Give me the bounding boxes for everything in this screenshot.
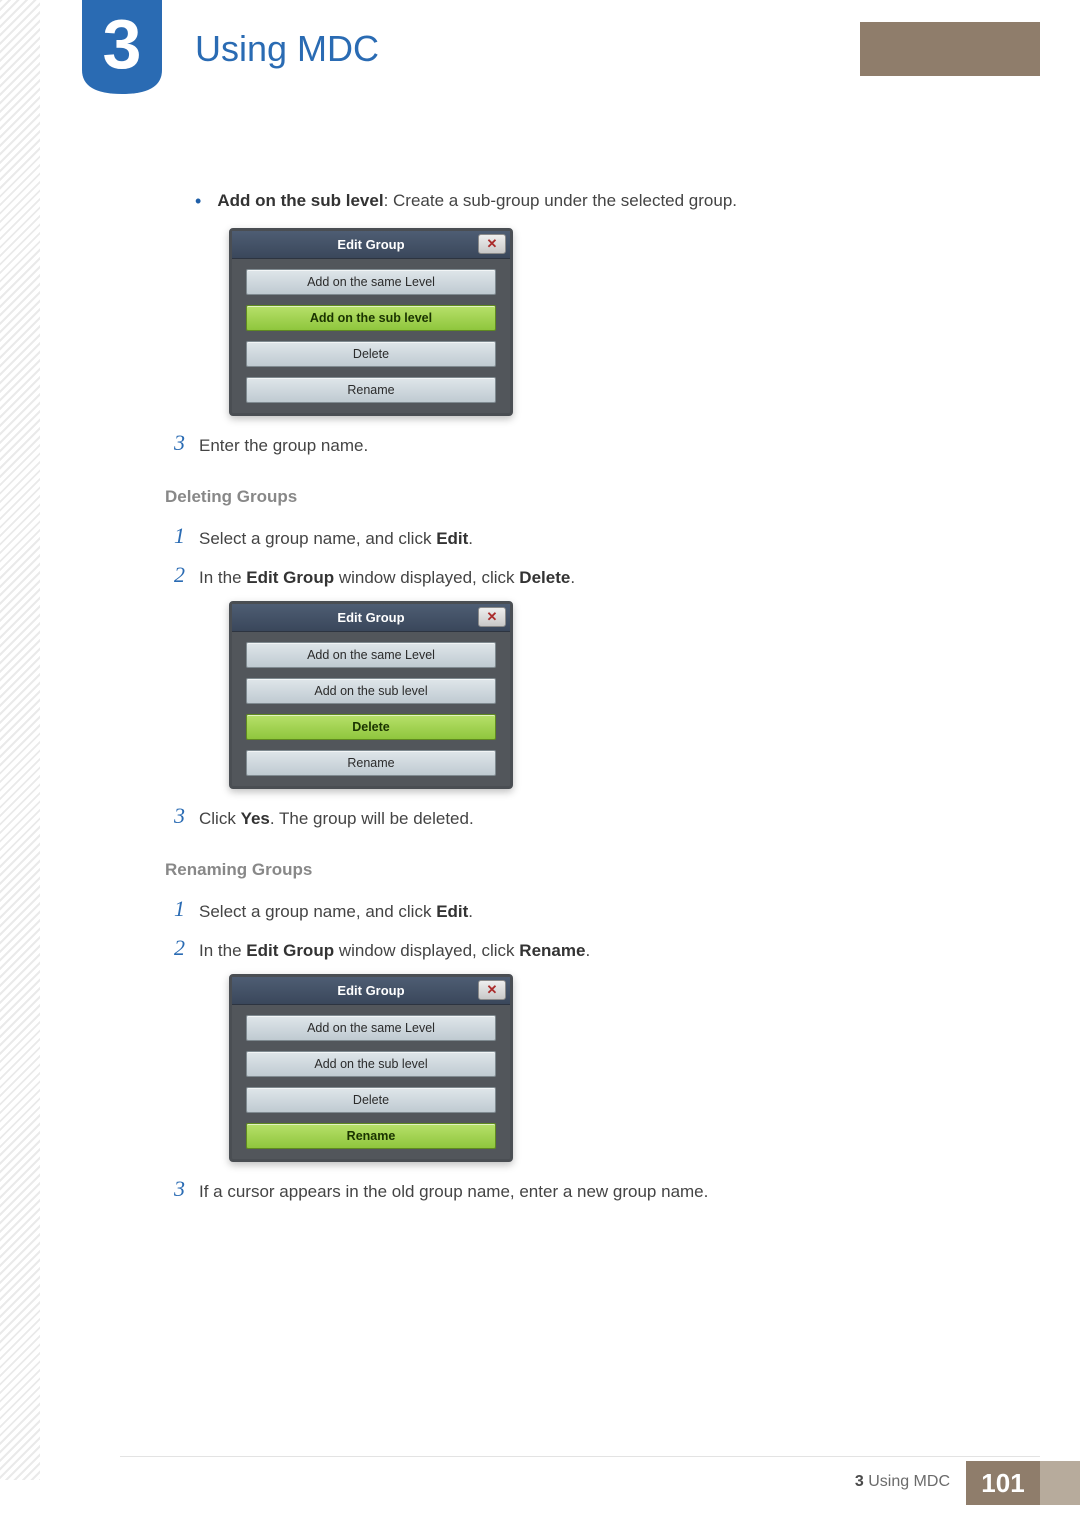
dialog-btn-same-level[interactable]: Add on the same Level [246, 642, 496, 668]
step-text-bold: Edit [436, 902, 468, 921]
dialog-btn-delete[interactable]: Delete [246, 341, 496, 367]
edit-group-dialog-rename: Edit Group ✕ Add on the same Level Add o… [229, 974, 513, 1162]
step-text-bold: Edit Group [246, 568, 334, 587]
chapter-number: 3 [82, 4, 162, 84]
bullet-label: Add on the sub level [217, 191, 383, 210]
dialog-btn-sub-level[interactable]: Add on the sub level [246, 678, 496, 704]
step-number: 3 [165, 1176, 185, 1202]
step-text-bold2: Rename [519, 941, 585, 960]
step-text-bold: Edit Group [246, 941, 334, 960]
footer-rule [120, 1456, 1040, 1457]
dialog-titlebar: Edit Group ✕ [232, 977, 510, 1005]
step-enter-group-name: 3 Enter the group name. [165, 430, 965, 459]
dialog-titlebar: Edit Group ✕ [232, 231, 510, 259]
step-text-post: . [468, 529, 473, 548]
close-icon: ✕ [487, 982, 498, 998]
close-icon: ✕ [487, 236, 498, 252]
step-text-post: . The group will be deleted. [270, 809, 474, 828]
step-text-bold: Yes [241, 809, 270, 828]
header-bar-white [40, 22, 860, 76]
step-text: If a cursor appears in the old group nam… [199, 1176, 708, 1205]
step-text-pre: Click [199, 809, 241, 828]
page-number-box: 101 [966, 1461, 1040, 1505]
page-title: Using MDC [195, 28, 379, 70]
step-number: 1 [165, 523, 185, 549]
close-icon: ✕ [487, 609, 498, 625]
step-number: 3 [165, 430, 185, 456]
dialog-btn-rename[interactable]: Rename [246, 377, 496, 403]
footer-right-stub [1040, 1461, 1080, 1505]
deleting-step-1: 1 Select a group name, and click Edit. [165, 523, 965, 552]
step-text-bold2: Delete [519, 568, 570, 587]
edit-group-dialog-delete: Edit Group ✕ Add on the same Level Add o… [229, 601, 513, 789]
bullet-description: : Create a sub-group under the selected … [384, 191, 737, 210]
footer-section-text: Using MDC [868, 1473, 950, 1490]
step-text-pre: In the [199, 941, 246, 960]
dialog-btn-rename[interactable]: Rename [246, 1123, 496, 1149]
subheading-deleting-groups: Deleting Groups [165, 487, 965, 507]
step-number: 1 [165, 896, 185, 922]
dialog-btn-same-level[interactable]: Add on the same Level [246, 269, 496, 295]
dialog-title: Edit Group [337, 610, 404, 625]
dialog-btn-delete[interactable]: Delete [246, 714, 496, 740]
renaming-step-2: 2 In the Edit Group window displayed, cl… [165, 935, 965, 964]
dialog-btn-sub-level[interactable]: Add on the sub level [246, 305, 496, 331]
step-text-post: . [468, 902, 473, 921]
subheading-renaming-groups: Renaming Groups [165, 860, 965, 880]
dialog-close-button[interactable]: ✕ [478, 607, 506, 627]
step-text-pre: In the [199, 568, 246, 587]
bullet-icon: • [195, 190, 201, 212]
step-number: 2 [165, 562, 185, 588]
renaming-step-1: 1 Select a group name, and click Edit. [165, 896, 965, 925]
page-number: 101 [981, 1468, 1024, 1499]
step-text-post: . [585, 941, 590, 960]
step-text-mid: window displayed, click [334, 568, 519, 587]
dialog-btn-rename[interactable]: Rename [246, 750, 496, 776]
dialog-title: Edit Group [337, 237, 404, 252]
bullet-add-sub-level: • Add on the sub level: Create a sub-gro… [195, 190, 965, 212]
step-text-pre: Select a group name, and click [199, 902, 436, 921]
renaming-step-3: 3 If a cursor appears in the old group n… [165, 1176, 965, 1205]
dialog-btn-sub-level[interactable]: Add on the sub level [246, 1051, 496, 1077]
dialog-close-button[interactable]: ✕ [478, 980, 506, 1000]
step-text-post: . [570, 568, 575, 587]
step-text-mid: window displayed, click [334, 941, 519, 960]
edit-group-dialog-sub: Edit Group ✕ Add on the same Level Add o… [229, 228, 513, 416]
left-gutter [0, 0, 40, 1480]
dialog-close-button[interactable]: ✕ [478, 234, 506, 254]
step-text-bold: Edit [436, 529, 468, 548]
step-text: Enter the group name. [199, 430, 368, 459]
dialog-titlebar: Edit Group ✕ [232, 604, 510, 632]
footer-section-label: 3 Using MDC [855, 1473, 950, 1491]
dialog-btn-delete[interactable]: Delete [246, 1087, 496, 1113]
deleting-step-3: 3 Click Yes. The group will be deleted. [165, 803, 965, 832]
dialog-btn-same-level[interactable]: Add on the same Level [246, 1015, 496, 1041]
deleting-step-2: 2 In the Edit Group window displayed, cl… [165, 562, 965, 591]
step-text-pre: Select a group name, and click [199, 529, 436, 548]
dialog-title: Edit Group [337, 983, 404, 998]
step-number: 2 [165, 935, 185, 961]
footer-section-number: 3 [855, 1473, 864, 1490]
step-number: 3 [165, 803, 185, 829]
